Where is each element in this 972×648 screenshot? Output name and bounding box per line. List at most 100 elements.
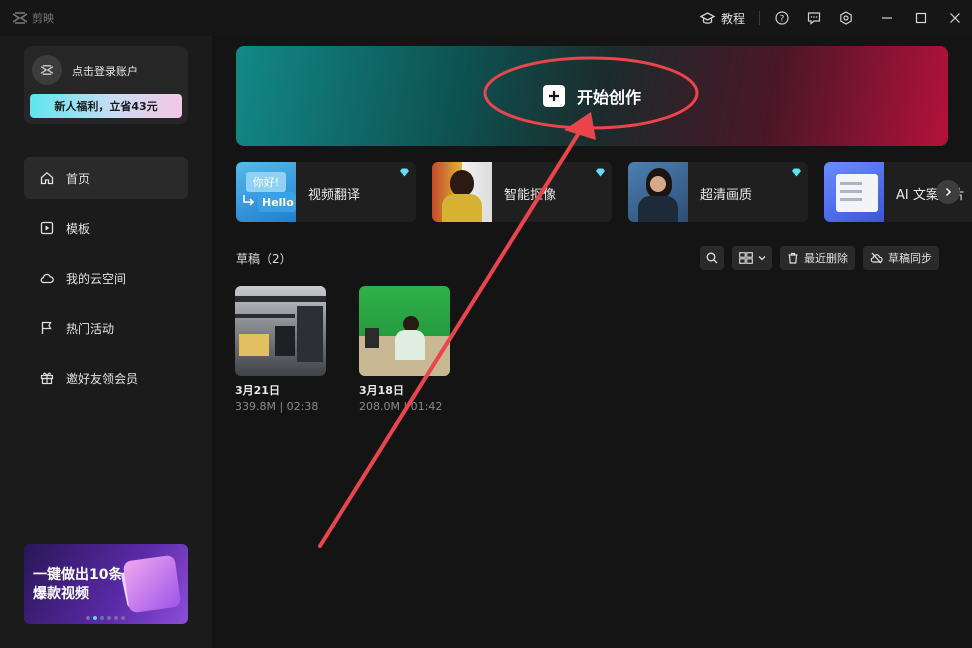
draft-sync-label: 草稿同步 <box>888 252 932 265</box>
banner-dot[interactable] <box>107 616 111 620</box>
chevron-down-icon <box>758 256 765 261</box>
sidebar-item-cloud[interactable]: 我的云空间 <box>24 257 188 299</box>
smart-cutout-thumbnail <box>432 162 492 222</box>
sidebar-item-label: 我的云空间 <box>66 271 127 286</box>
question-icon: ? <box>775 11 789 25</box>
recently-deleted-button[interactable]: 最近删除 <box>780 246 855 270</box>
draft-meta: 208.0M | 01:42 <box>359 400 443 413</box>
vip-diamond-icon <box>792 168 801 177</box>
tutorial-button[interactable]: 教程 <box>699 10 745 27</box>
capcut-logo-icon <box>12 12 28 24</box>
tutorial-label: 教程 <box>720 11 745 26</box>
plus-icon <box>542 85 565 107</box>
sidebar-item-home[interactable]: 首页 <box>24 157 188 199</box>
banner-dot[interactable] <box>86 616 90 620</box>
search-icon <box>706 252 718 264</box>
thumb-person-body <box>638 196 678 222</box>
translate-arrow-icon <box>243 195 255 206</box>
draft-thumbnail[interactable] <box>359 286 450 376</box>
sidebar-item-label: 模板 <box>66 221 91 236</box>
draft-item[interactable]: 3月21日 339.8M | 02:38 <box>235 286 326 413</box>
minimize-icon <box>882 17 892 19</box>
feedback-button[interactable] <box>806 10 822 26</box>
thumb-doc-line <box>840 190 862 193</box>
draft-item[interactable]: 3月18日 208.0M | 01:42 <box>359 286 450 413</box>
login-card[interactable]: 点击登录账户 新人福利，立省43元 <box>24 46 188 124</box>
thumb-doc-line <box>840 198 862 201</box>
sidebar-item-label: 邀好友领会员 <box>66 371 139 386</box>
thumb-monitor <box>365 328 379 348</box>
template-icon <box>40 221 54 235</box>
avatar[interactable] <box>32 55 62 85</box>
thumb-bubble-hello-cn: 你好! <box>246 172 286 192</box>
tool-card-hd-quality[interactable]: 超清画质 <box>628 162 808 222</box>
thumb-person-face <box>650 176 666 192</box>
promo-banner-text: 一键做出10条爆款视频 <box>33 567 123 602</box>
thumb-document <box>836 174 878 212</box>
draft-sync-button[interactable]: 草稿同步 <box>863 246 939 270</box>
minimize-button[interactable] <box>870 0 904 36</box>
sidebar-nav: 首页 模板 我的云空间 热门活动 邀好友领会员 <box>24 157 188 407</box>
draft-date: 3月18日 <box>359 384 404 397</box>
cloud-icon <box>40 273 54 284</box>
maximize-icon <box>915 12 927 24</box>
banner-dot[interactable] <box>121 616 125 620</box>
help-button[interactable]: ? <box>774 10 790 26</box>
thumb-monitor <box>275 326 295 356</box>
vip-diamond-icon <box>400 168 409 177</box>
thumb-person-body <box>395 330 425 360</box>
gear-icon <box>840 11 852 25</box>
draft-date: 3月21日 <box>235 384 280 397</box>
sidebar-item-events[interactable]: 热门活动 <box>24 307 188 349</box>
svg-text:?: ? <box>780 15 785 25</box>
tool-card-row: 你好! Hello 视频翻译 智能抠像 超清画质 AI 文案成片 <box>236 162 972 222</box>
start-create-button[interactable]: 开始创作 <box>236 46 948 146</box>
cloud-sync-icon <box>870 252 883 264</box>
thumb-doc-line <box>840 182 862 185</box>
banner-dot[interactable] <box>114 616 118 620</box>
banner-dot-active[interactable] <box>93 616 97 620</box>
tool-card-video-translate[interactable]: 你好! Hello 视频翻译 <box>236 162 416 222</box>
thumb-rack <box>297 306 323 362</box>
sidebar-item-templates[interactable]: 模板 <box>24 207 188 249</box>
app-name: 剪映 <box>32 12 54 25</box>
graduation-cap-icon <box>699 11 715 24</box>
new-user-promo-button[interactable]: 新人福利，立省43元 <box>30 94 182 118</box>
chevron-right-icon <box>945 187 952 197</box>
start-create-label: 开始创作 <box>576 88 641 107</box>
thumb-person-head <box>450 170 474 196</box>
tool-label: 视频翻译 <box>308 188 361 203</box>
banner-dot[interactable] <box>100 616 104 620</box>
gift-icon <box>40 372 54 385</box>
draft-meta: 339.8M | 02:38 <box>235 400 319 413</box>
flag-icon <box>41 321 52 334</box>
thumb-shelf <box>235 296 326 302</box>
tools-scroll-next-button[interactable] <box>936 180 960 204</box>
hd-quality-thumbnail <box>628 162 688 222</box>
title-bar: 剪映 教程 ? <box>0 0 972 36</box>
sidebar-item-label: 热门活动 <box>66 321 115 336</box>
search-drafts-button[interactable] <box>700 246 724 270</box>
promo-banner[interactable]: 一键做出10条爆款视频 <box>24 544 188 624</box>
settings-button[interactable] <box>838 10 854 26</box>
sidebar-item-invite[interactable]: 邀好友领会员 <box>24 357 188 399</box>
view-mode-dropdown[interactable] <box>732 246 772 270</box>
maximize-button[interactable] <box>904 0 938 36</box>
draft-thumbnail[interactable] <box>235 286 326 376</box>
sidebar-item-label: 首页 <box>66 171 91 186</box>
home-icon <box>40 171 54 185</box>
close-button[interactable] <box>938 0 972 36</box>
message-icon <box>807 12 821 25</box>
titlebar-divider <box>759 11 760 25</box>
sidebar: 点击登录账户 新人福利，立省43元 首页 模板 我的云空间 热门活动 邀好友领会… <box>0 36 212 648</box>
trash-icon <box>788 252 798 264</box>
capcut-avatar-icon <box>40 65 54 75</box>
tool-card-smart-cutout[interactable]: 智能抠像 <box>432 162 612 222</box>
login-link[interactable]: 点击登录账户 <box>72 63 138 79</box>
grid-view-icon <box>738 252 753 264</box>
app-logo: 剪映 <box>12 10 54 26</box>
thumb-box <box>239 334 269 356</box>
recently-deleted-label: 最近删除 <box>804 252 848 265</box>
tool-label: 超清画质 <box>700 188 753 203</box>
drafts-toolbar: 最近删除 草稿同步 <box>700 246 939 270</box>
